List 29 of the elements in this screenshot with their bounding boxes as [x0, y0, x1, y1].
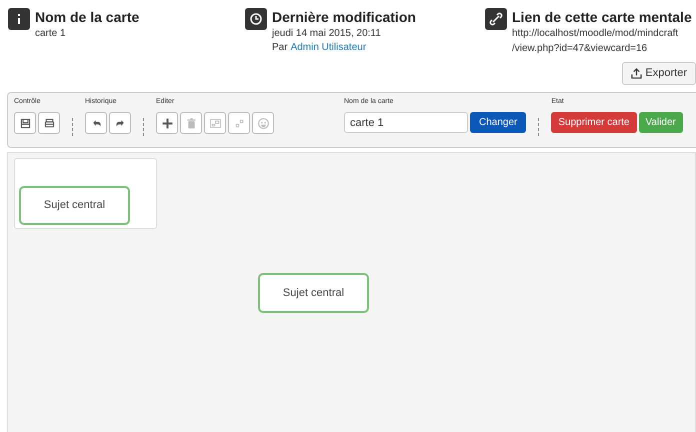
section-text: /view.php?id=47&viewcard=16 [512, 42, 648, 56]
map-name-field[interactable]: carte 1 [344, 112, 468, 133]
upload-icon [631, 68, 642, 79]
export-button[interactable]: Exporter [622, 62, 696, 85]
section-title: Nom de la carte [35, 8, 140, 26]
info-icon [8, 8, 30, 30]
author-link[interactable]: Admin Utilisateur [290, 41, 366, 55]
section-title: Lien de cette carte mentale [512, 8, 692, 26]
section-text: jeudi 14 mai 2015, 20:11 [272, 27, 382, 41]
print-icon [42, 116, 56, 130]
section-text: http://localhost/moodle/mod/mindcraft [512, 27, 680, 41]
node[interactable]: Sujet central [258, 273, 369, 313]
change-button[interactable]: Changer [470, 112, 526, 133]
node[interactable]: Sujet central [19, 186, 130, 225]
plus-icon [160, 116, 174, 130]
save-icon [18, 116, 32, 130]
section-title: Dernière modification [272, 8, 416, 26]
clock-icon [245, 8, 267, 30]
tool-button[interactable] [156, 112, 178, 134]
author-label: Par [272, 41, 288, 55]
tool-button[interactable] [109, 112, 131, 134]
smiley-icon [256, 116, 270, 130]
delete-button[interactable]: Supprimer carte [551, 112, 636, 133]
image-icon [208, 116, 222, 130]
tool-button[interactable] [38, 112, 60, 134]
section-text: carte 1 [35, 27, 67, 41]
trash-icon [184, 116, 198, 130]
tool-button[interactable] [14, 112, 36, 134]
tool-button[interactable] [85, 112, 107, 134]
